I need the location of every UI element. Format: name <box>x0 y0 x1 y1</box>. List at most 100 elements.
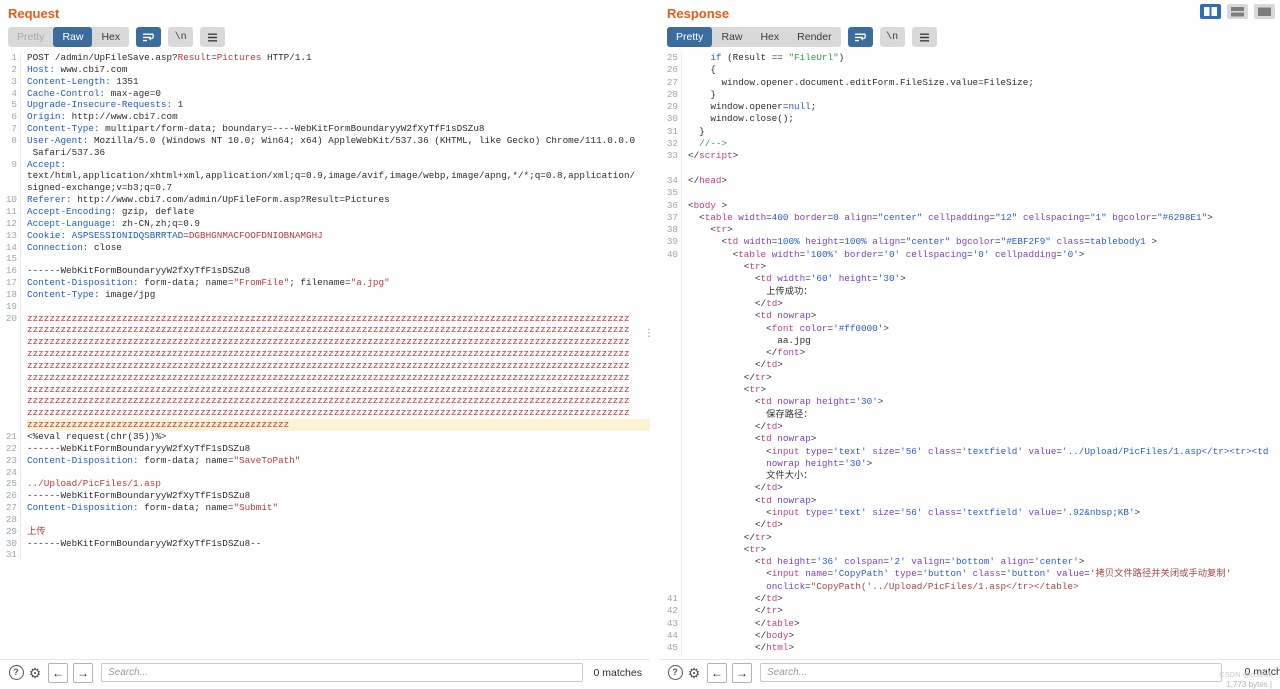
line-number: 37 <box>659 212 682 224</box>
response-code-line: 45 </html> <box>659 642 1280 654</box>
request-next-match-button[interactable]: → <box>73 663 93 683</box>
columns-layout-button[interactable] <box>1200 4 1221 19</box>
line-number: 3 <box>0 76 21 88</box>
line-number: 42 <box>659 605 682 617</box>
response-code-line: <td nowrap> <box>659 433 1280 445</box>
line-number: 8 <box>0 135 21 147</box>
line-number: 24 <box>0 467 21 479</box>
response-code-line: 37 <table width=400 border=0 align="cent… <box>659 212 1280 224</box>
request-tab-hex[interactable]: Hex <box>92 27 129 47</box>
line-number: 20 <box>0 313 21 325</box>
request-tab-raw[interactable]: Raw <box>53 27 92 47</box>
request-code-line: 1POST /admin/UpFileSave.asp?Result=Pictu… <box>0 52 650 64</box>
response-help-icon[interactable]: ? <box>667 665 683 681</box>
line-number: 26 <box>0 490 21 502</box>
response-code-line: 40 <table width='100%' border='0' cellsp… <box>659 249 1280 261</box>
request-prev-match-button[interactable]: ← <box>48 663 68 683</box>
request-code-line: 27Content-Disposition: form-data; name="… <box>0 502 650 514</box>
request-code-line: zzzzzzzzzzzzzzzzzzzzzzzzzzzzzzzzzzzzzzzz… <box>0 360 650 372</box>
line-number: 44 <box>659 630 682 642</box>
request-code-line: 31 <box>0 549 650 561</box>
request-menu-button[interactable] <box>200 27 225 47</box>
request-code-line: 6Origin: http://www.cbi7.com <box>0 111 650 123</box>
request-code-line: text/html,application/xhtml+xml,applicat… <box>0 170 650 182</box>
line-number: 21 <box>0 431 21 443</box>
request-code-line: 9Accept: <box>0 159 650 171</box>
response-code-line: </tr> <box>659 372 1280 384</box>
response-code-line: 26 { <box>659 64 1280 76</box>
line-number <box>659 298 682 310</box>
response-tab-pretty[interactable]: Pretty <box>667 27 712 47</box>
response-code-line: 43 </table> <box>659 618 1280 630</box>
response-tab-render[interactable]: Render <box>788 27 840 47</box>
divider-handle-icon[interactable]: ⋮ <box>644 328 654 339</box>
response-tab-hex[interactable]: Hex <box>751 27 788 47</box>
menu-icon <box>919 33 930 42</box>
line-number <box>0 384 21 396</box>
line-number: 28 <box>659 89 682 101</box>
line-number: 4 <box>0 88 21 100</box>
line-number: 19 <box>0 301 21 313</box>
response-settings-gear-icon[interactable]: ⚙ <box>686 665 702 681</box>
line-number: 15 <box>0 253 21 265</box>
line-number <box>659 495 682 507</box>
request-wrap-button[interactable] <box>136 27 161 47</box>
request-newline-button[interactable]: \n <box>168 27 193 47</box>
response-editor[interactable]: 25 if (Result == "FileUrl")26 {27 window… <box>659 52 1280 658</box>
line-number: 34 <box>659 175 682 187</box>
response-wrap-button[interactable] <box>848 27 873 47</box>
response-code-line: <td nowrap> <box>659 495 1280 507</box>
request-editor[interactable]: 1POST /admin/UpFileSave.asp?Result=Pictu… <box>0 52 650 658</box>
request-settings-gear-icon[interactable]: ⚙ <box>27 665 43 681</box>
single-layout-icon <box>1254 4 1275 19</box>
layout-toggle-group <box>1200 4 1275 19</box>
response-code-line: 文件大小： <box>659 470 1280 482</box>
response-tab-raw[interactable]: Raw <box>712 27 751 47</box>
line-number: 22 <box>0 443 21 455</box>
request-tab-pretty[interactable]: Pretty <box>8 27 53 47</box>
line-number <box>659 507 682 519</box>
request-code-line: 26------WebKitFormBoundaryyW2fXyTfF1sDSZ… <box>0 490 650 502</box>
rows-layout-button[interactable] <box>1227 4 1248 19</box>
line-number <box>659 421 682 433</box>
response-code-line: 33</script> <box>659 150 1280 162</box>
line-number <box>0 336 21 348</box>
request-view-tabs: PrettyRawHex <box>8 27 129 47</box>
request-code-line: 23Content-Disposition: form-data; name="… <box>0 455 650 467</box>
line-number <box>659 163 682 175</box>
line-number <box>659 372 682 384</box>
response-prev-match-button[interactable]: ← <box>707 663 727 683</box>
request-code-line: 2Host: www.cbi7.com <box>0 64 650 76</box>
line-number: 18 <box>0 289 21 301</box>
wrap-icon <box>854 32 867 43</box>
request-help-icon[interactable]: ? <box>8 665 24 681</box>
request-search-input[interactable] <box>101 663 583 682</box>
response-code-line: 25 if (Result == "FileUrl") <box>659 52 1280 64</box>
line-number <box>659 581 682 593</box>
response-next-match-button[interactable]: → <box>732 663 752 683</box>
response-code-line: </td> <box>659 482 1280 494</box>
response-code-line: </td> <box>659 421 1280 433</box>
response-code-line: 32 //--> <box>659 138 1280 150</box>
request-code-line: 15 <box>0 253 650 265</box>
line-number <box>659 310 682 322</box>
request-code-line: zzzzzzzzzzzzzzzzzzzzzzzzzzzzzzzzzzzzzzzz… <box>0 395 650 407</box>
line-number: 1 <box>0 52 21 64</box>
response-newline-button[interactable]: \n <box>880 27 905 47</box>
request-code-line: zzzzzzzzzzzzzzzzzzzzzzzzzzzzzzzzzzzzzzzz… <box>0 336 650 348</box>
response-code-line: aa.jpg <box>659 335 1280 347</box>
request-match-count: 0 matches <box>594 667 642 679</box>
single-layout-button[interactable] <box>1254 4 1275 19</box>
request-code-line: 17Content-Disposition: form-data; name="… <box>0 277 650 289</box>
request-code-line: 11Accept-Encoding: gzip, deflate <box>0 206 650 218</box>
columns-layout-icon <box>1200 4 1221 19</box>
request-code-line: 12Accept-Language: zh-CN,zh;q=0.9 <box>0 218 650 230</box>
line-number: 31 <box>659 126 682 138</box>
response-search-input[interactable] <box>760 663 1222 682</box>
request-code-line: 10Referer: http://www.cbi7.com/admin/UpF… <box>0 194 650 206</box>
line-number <box>659 261 682 273</box>
response-code-line: <tr> <box>659 384 1280 396</box>
request-code-line: 16------WebKitFormBoundaryyW2fXyTfF1sDSZ… <box>0 265 650 277</box>
response-menu-button[interactable] <box>912 27 937 47</box>
response-code-line: <input type='text' size='56' class='text… <box>659 446 1280 458</box>
